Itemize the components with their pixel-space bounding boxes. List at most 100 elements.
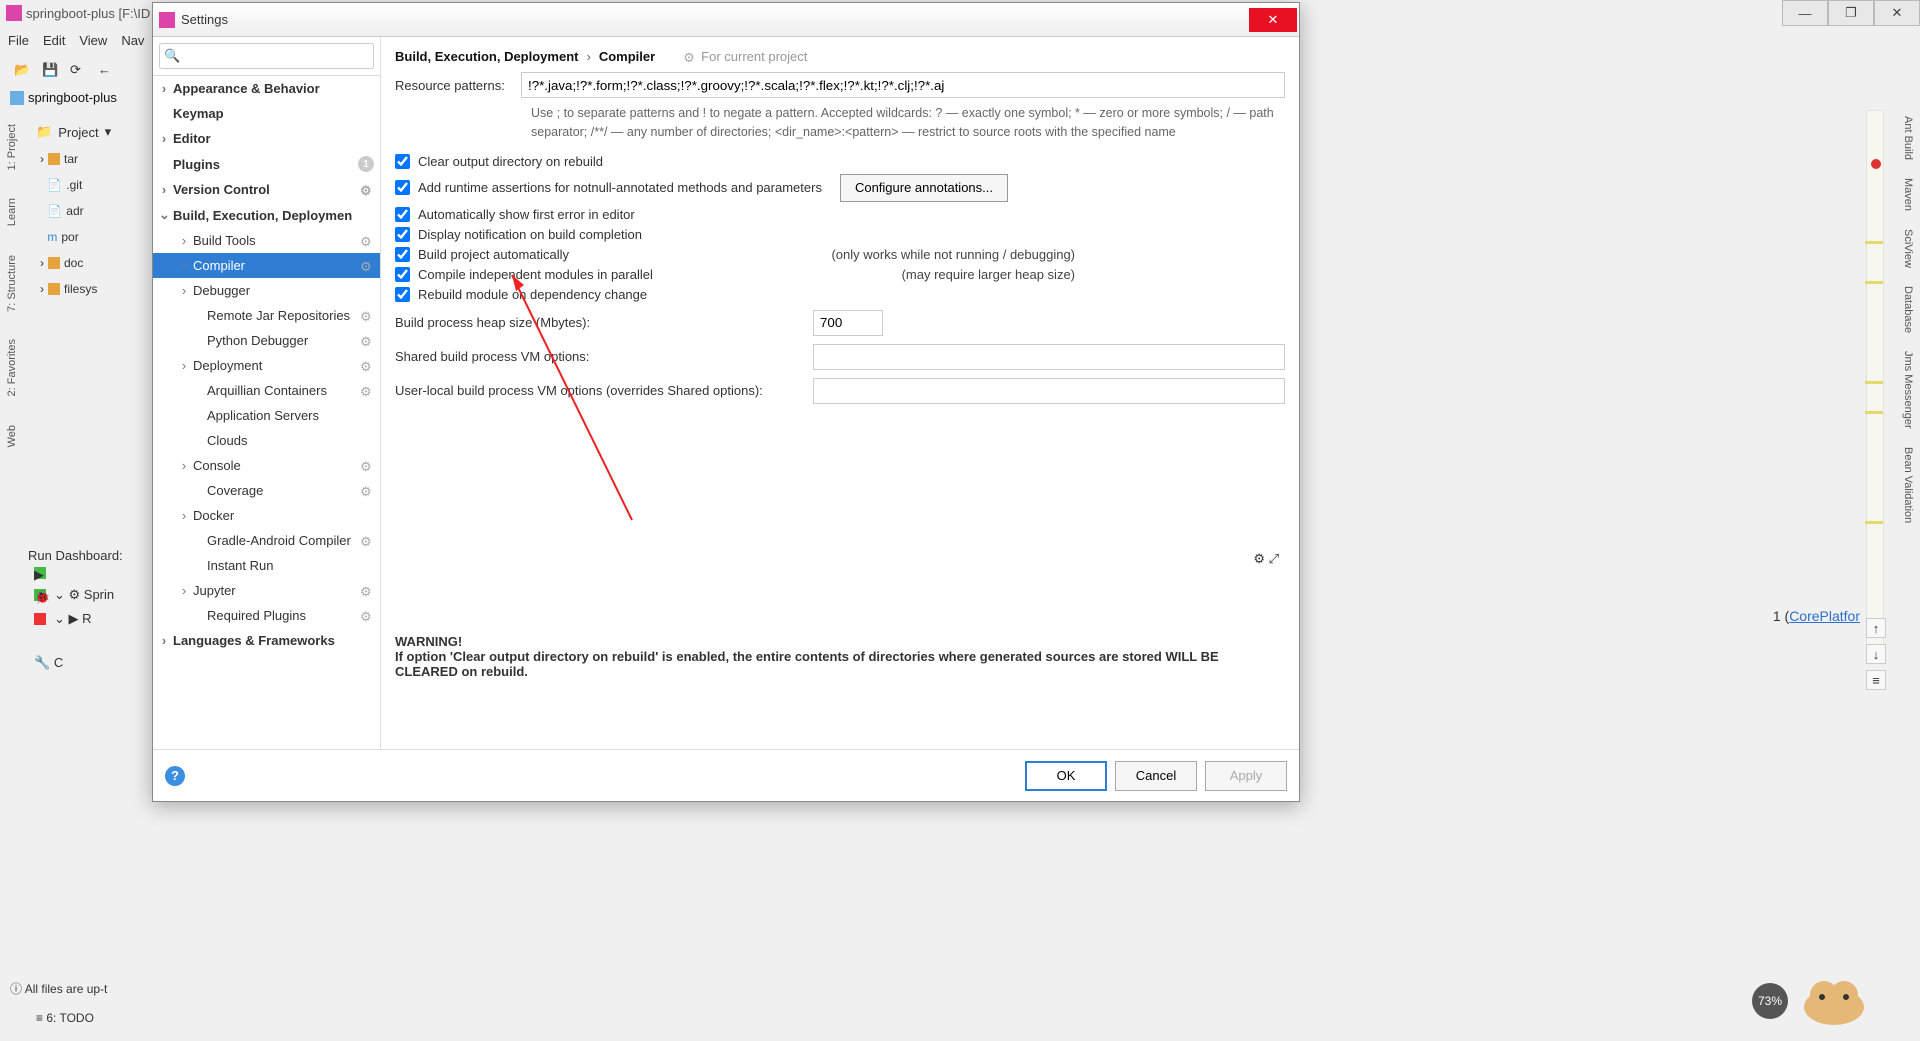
run-item[interactable]: R (82, 611, 91, 626)
gear-icon: ⚙ (360, 484, 374, 498)
collapse-icon[interactable]: ⚙ ⤢ (1253, 551, 1279, 567)
settings-tree-item[interactable]: ›Languages & Frameworks (153, 628, 380, 653)
dialog-close-button[interactable]: ✕ (1249, 8, 1297, 32)
nav-down-icon[interactable]: ↓ (1866, 644, 1886, 664)
settings-tree[interactable]: ›Appearance & BehaviorKeymap›EditorPlugi… (153, 76, 380, 749)
settings-tree-item[interactable]: ›Jupyter⚙ (153, 578, 380, 603)
heap-size-label: Build process heap size (Mbytes): (395, 315, 803, 330)
settings-tree-item[interactable]: Arquillian Containers⚙ (153, 378, 380, 403)
settings-tree-item[interactable]: Plugins1 (153, 151, 380, 177)
resource-patterns-input[interactable] (521, 72, 1285, 98)
checkbox[interactable] (395, 227, 410, 242)
tab-jms[interactable]: Jms Messenger (1900, 345, 1916, 435)
tree-item[interactable]: .git (66, 172, 82, 198)
tree-item[interactable]: filesys (64, 276, 97, 302)
settings-tree-item[interactable]: ›Editor (153, 126, 380, 151)
tab-database[interactable]: Database (1900, 280, 1916, 339)
marker[interactable] (1865, 241, 1883, 244)
menu-edit[interactable]: Edit (43, 33, 65, 48)
settings-tree-item[interactable]: Clouds (153, 428, 380, 453)
save-icon[interactable]: 💾 (42, 62, 60, 80)
settings-tree-item[interactable]: ›Debugger (153, 278, 380, 303)
minimize-button[interactable]: — (1782, 0, 1828, 26)
dialog-titlebar[interactable]: Settings ✕ (153, 3, 1299, 37)
project-tree[interactable]: ›tar 📄.git 📄adr mpor ›doc ›filesys (30, 146, 148, 302)
settings-tree-item[interactable]: Gradle-Android Compiler⚙ (153, 528, 380, 553)
marker[interactable] (1865, 521, 1883, 524)
settings-tree-item[interactable]: Application Servers (153, 403, 380, 428)
settings-tree-item[interactable]: ›Appearance & Behavior (153, 76, 380, 101)
menu-view[interactable]: View (79, 33, 107, 48)
menu-nav[interactable]: Nav (121, 33, 144, 48)
error-marker-icon[interactable] (1871, 159, 1881, 169)
open-icon[interactable]: 📂 (14, 62, 32, 80)
marker[interactable] (1865, 281, 1883, 284)
settings-tree-item[interactable]: ›Compiler⚙ (153, 253, 380, 278)
checkbox[interactable] (395, 180, 410, 195)
tree-item[interactable]: tar (64, 146, 78, 172)
crumb-part[interactable]: Build, Execution, Deployment (395, 49, 578, 64)
crumb-part[interactable]: Compiler (599, 49, 655, 64)
tree-item[interactable]: doc (64, 250, 83, 276)
dialog-footer: ? OK Cancel Apply (153, 749, 1299, 801)
refresh-icon[interactable]: ⟳ (70, 62, 88, 80)
breadcrumb-text[interactable]: springboot-plus (28, 90, 117, 105)
marker[interactable] (1865, 411, 1883, 414)
close-button[interactable]: ✕ (1874, 0, 1920, 26)
checkbox[interactable] (395, 287, 410, 302)
cancel-button[interactable]: Cancel (1115, 761, 1197, 791)
run-item[interactable]: C (54, 655, 63, 670)
tab-favorites[interactable]: 2: Favorites (4, 335, 20, 400)
settings-tree-item[interactable]: ›Docker (153, 503, 380, 528)
progress-badge[interactable]: 73% (1752, 983, 1788, 1019)
code-link[interactable]: CorePlatfor (1789, 608, 1860, 624)
back-icon[interactable]: ← (98, 62, 116, 80)
settings-tree-item[interactable]: ›Build Tools⚙ (153, 228, 380, 253)
maximize-button[interactable]: ❐ (1828, 0, 1874, 26)
bottom-tab-todo[interactable]: ≡ 6: TODO (36, 1011, 94, 1025)
settings-dialog: Settings ✕ 🔍 ›Appearance & BehaviorKeyma… (152, 2, 1300, 802)
checkbox[interactable] (395, 154, 410, 169)
help-button[interactable]: ? (165, 766, 185, 786)
checkbox[interactable] (395, 247, 410, 262)
checkbox[interactable] (395, 207, 410, 222)
nav-up-icon[interactable]: ↑ (1866, 618, 1886, 638)
menu-file[interactable]: File (8, 33, 29, 48)
user-vm-input[interactable] (813, 378, 1285, 404)
checkbox[interactable] (395, 267, 410, 282)
tab-sciview[interactable]: SciView (1900, 223, 1916, 274)
project-panel-header[interactable]: 📁Project▾ (30, 118, 148, 146)
settings-tree-item[interactable]: Instant Run (153, 553, 380, 578)
tab-bean[interactable]: Bean Validation (1900, 441, 1916, 529)
tab-maven[interactable]: Maven (1900, 172, 1916, 217)
tab-project[interactable]: 1: Project (4, 120, 20, 174)
tab-structure[interactable]: 7: Structure (4, 251, 20, 316)
editor-gutter (1866, 110, 1884, 650)
title-text: springboot-plus [F:\ID (26, 6, 150, 21)
settings-tree-item[interactable]: ›Version Control⚙ (153, 177, 380, 202)
tab-web[interactable]: Web (4, 421, 20, 451)
settings-tree-item[interactable]: ›Console⚙ (153, 453, 380, 478)
settings-tree-item[interactable]: ›Deployment⚙ (153, 353, 380, 378)
marker[interactable] (1865, 381, 1883, 384)
settings-tree-item[interactable]: ⌄Build, Execution, Deploymen (153, 202, 380, 228)
configure-annotations-button[interactable]: Configure annotations... (840, 174, 1008, 202)
tree-item[interactable]: adr (66, 198, 83, 224)
main-toolbar: 📂 💾 ⟳ ← (0, 56, 116, 86)
tab-ant[interactable]: Ant Build (1900, 110, 1916, 166)
settings-tree-item[interactable]: Required Plugins⚙ (153, 603, 380, 628)
gear-icon: ⚙ (360, 584, 374, 598)
ok-button[interactable]: OK (1025, 761, 1107, 791)
settings-tree-item[interactable]: Keymap (153, 101, 380, 126)
apply-button[interactable]: Apply (1205, 761, 1287, 791)
settings-tree-item[interactable]: Coverage⚙ (153, 478, 380, 503)
search-input[interactable] (159, 43, 374, 69)
tab-learn[interactable]: Learn (4, 194, 20, 230)
settings-tree-item[interactable]: Remote Jar Repositories⚙ (153, 303, 380, 328)
settings-tree-item[interactable]: Python Debugger⚙ (153, 328, 380, 353)
heap-size-input[interactable] (813, 310, 883, 336)
shared-vm-input[interactable] (813, 344, 1285, 370)
tree-item[interactable]: por (61, 224, 78, 250)
nav-list-icon[interactable]: ≡ (1866, 670, 1886, 690)
run-config[interactable]: Sprin (84, 587, 114, 602)
